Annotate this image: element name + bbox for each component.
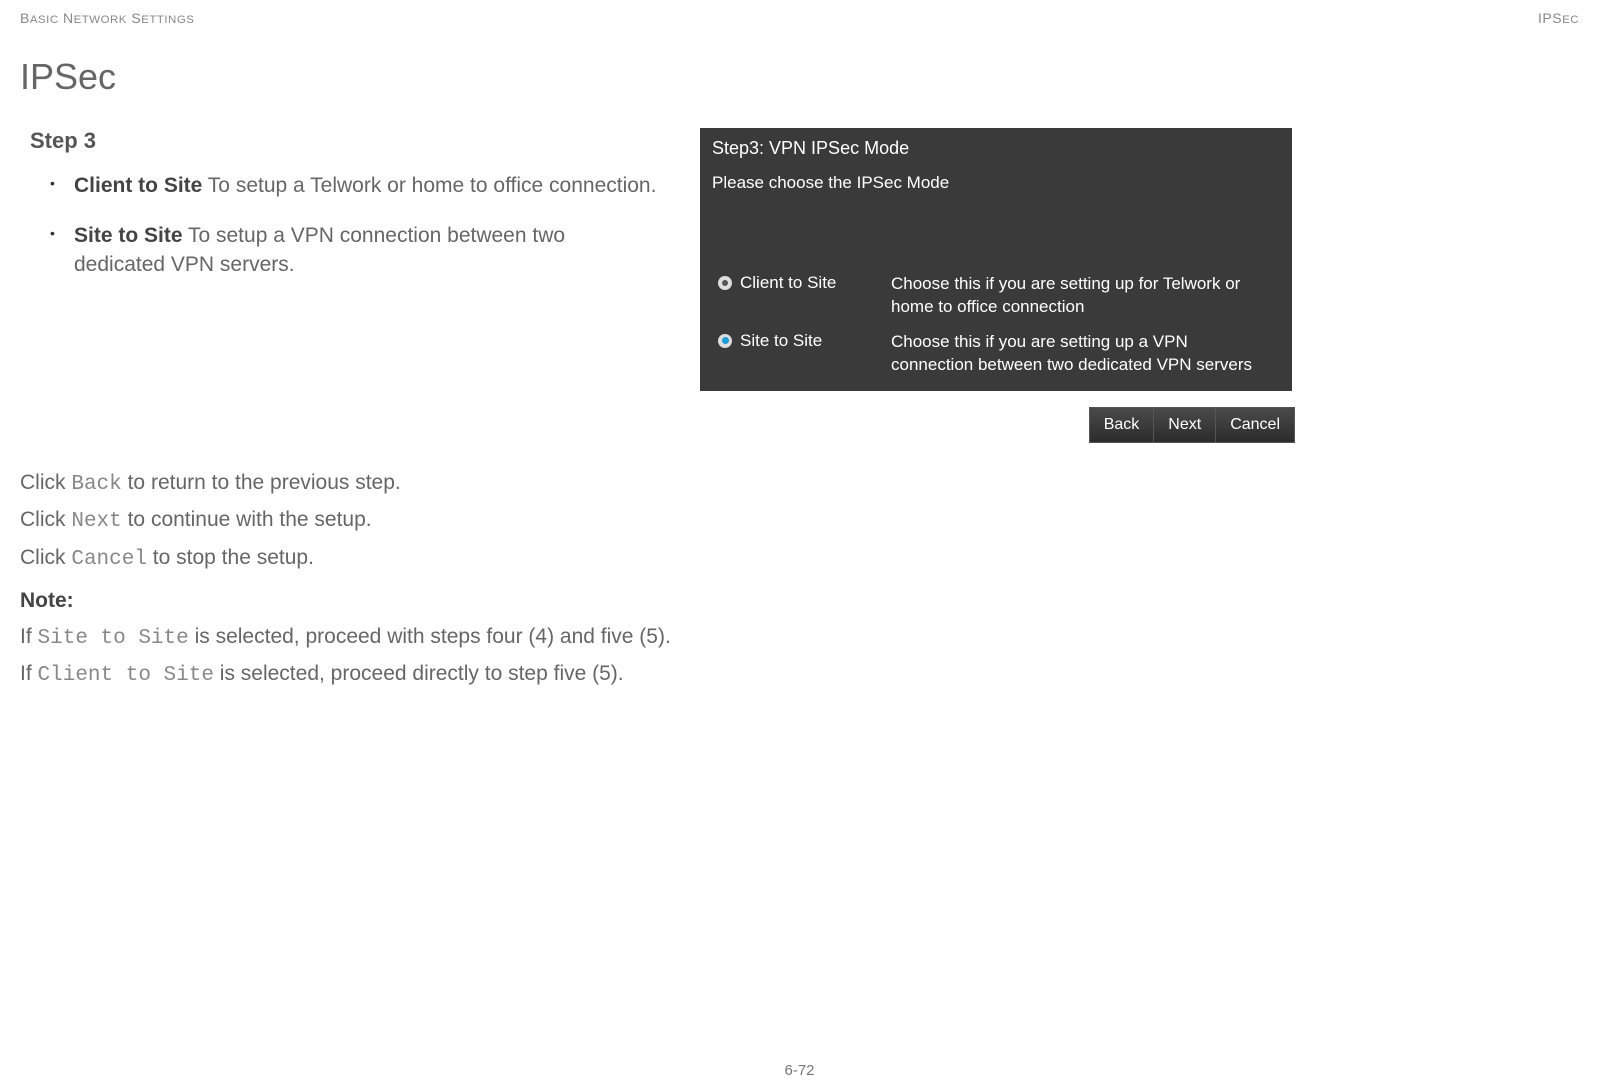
bullet-term: Site to Site (74, 224, 183, 247)
panel-title: Step3: VPN IPSec Mode (700, 128, 1292, 167)
radio-description: Choose this if you are setting up for Te… (891, 273, 1274, 319)
radio-option-client-to-site[interactable]: Client to Site Choose this if you are se… (700, 267, 1292, 325)
cancel-button[interactable]: Cancel (1216, 408, 1294, 442)
next-button[interactable]: Next (1154, 408, 1216, 442)
radio-label: Site to Site (740, 331, 822, 351)
radio-label: Client to Site (740, 273, 836, 293)
note-client-to-site: If Client to Site is selected, proceed d… (20, 658, 1579, 692)
radio-option-site-to-site[interactable]: Site to Site Choose this if you are sett… (700, 325, 1292, 383)
button-bar: Back Next Cancel (1089, 407, 1295, 443)
back-button[interactable]: Back (1090, 408, 1155, 442)
panel-subtitle: Please choose the IPSec Mode (700, 167, 1292, 207)
bullet-term: Client to Site (74, 174, 202, 197)
header-right: IPSEC (1538, 10, 1579, 26)
instructions-block: Click Back to return to the previous ste… (20, 467, 1579, 692)
section-title: IPSec (20, 56, 1579, 98)
bullet-list: Client to Site To setup a Telwork or hom… (20, 172, 660, 279)
radio-icon (718, 334, 732, 348)
instruction-back: Click Back to return to the previous ste… (20, 467, 1579, 501)
note-heading: Note: (20, 585, 1579, 617)
note-site-to-site: If Site to Site is selected, proceed wit… (20, 621, 1579, 655)
step-heading: Step 3 (30, 128, 660, 154)
instruction-next: Click Next to continue with the setup. (20, 504, 1579, 538)
instruction-cancel: Click Cancel to stop the setup. (20, 542, 1579, 576)
bullet-text: To setup a Telwork or home to office con… (202, 174, 656, 197)
header-left: BASIC NETWORK SETTINGS (20, 10, 194, 26)
list-item: Site to Site To setup a VPN connection b… (50, 222, 660, 279)
page-number: 6-72 (784, 1062, 814, 1079)
radio-description: Choose this if you are setting up a VPN … (891, 331, 1274, 377)
radio-icon (718, 276, 732, 290)
page-header: BASIC NETWORK SETTINGS IPSEC (20, 10, 1579, 26)
list-item: Client to Site To setup a Telwork or hom… (50, 172, 660, 200)
vpn-ipsec-panel: Step3: VPN IPSec Mode Please choose the … (700, 128, 1292, 391)
